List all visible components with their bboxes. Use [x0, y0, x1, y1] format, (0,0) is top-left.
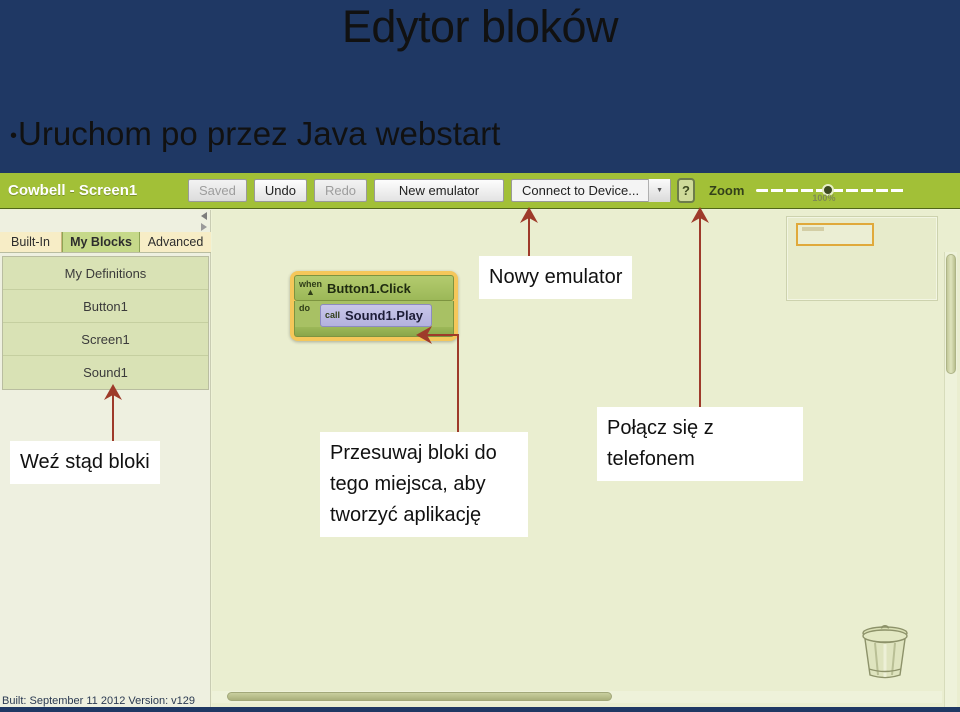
block-selection-highlight: when ▲ Button1.Click do call Sound1.Play: [290, 271, 458, 341]
callout-connect-phone: Połącz się z telefonem: [597, 407, 803, 481]
callout-new-emulator: Nowy emulator: [479, 256, 633, 299]
tab-my-blocks[interactable]: My Blocks: [62, 232, 140, 252]
palette-tabs: Built-In My Blocks Advanced: [0, 232, 211, 253]
palette-item-sound1[interactable]: Sound1: [3, 356, 208, 389]
connect-to-device-value: Connect to Device...: [522, 183, 640, 198]
palette-item-screen1[interactable]: Screen1: [3, 323, 208, 356]
do-keyword: do: [299, 303, 310, 313]
call-keyword: call: [325, 310, 341, 320]
arrow-right-icon[interactable]: [201, 223, 207, 231]
palette-scroll-arrows[interactable]: [201, 212, 207, 231]
block-when-button1-click[interactable]: when ▲ Button1.Click do call Sound1.Play: [290, 271, 458, 341]
when-block-label: Button1.Click: [327, 280, 411, 296]
toolbar: Cowbell - Screen1 Saved Undo Redo New em…: [0, 173, 960, 209]
callout-take-blocks: Weź stąd bloki: [10, 441, 160, 484]
connect-to-device-combo[interactable]: Connect to Device... ▼: [511, 179, 672, 202]
chevron-down-icon[interactable]: ▼: [648, 179, 671, 202]
block-call-sound1-play[interactable]: call Sound1.Play: [320, 304, 433, 327]
zoom-label: Zoom: [709, 183, 745, 198]
when-block-footer: [294, 327, 454, 337]
page-title: Edytor bloków: [341, 1, 619, 52]
zoom-slider[interactable]: 100%: [756, 179, 907, 203]
collapse-caret-icon[interactable]: ▲: [306, 288, 315, 297]
slide: Edytor bloków • Uruchom po przez Java we…: [0, 0, 960, 712]
canvas-minimap[interactable]: [786, 216, 938, 301]
when-block-header[interactable]: when ▲ Button1.Click: [294, 275, 454, 301]
tab-advanced[interactable]: Advanced: [140, 232, 211, 252]
vertical-scrollbar[interactable]: [944, 252, 957, 707]
slide-bullet-text: Uruchom po przez Java webstart: [18, 115, 501, 152]
minimap-viewport-indicator[interactable]: [796, 223, 874, 246]
zoom-percent-label: 100%: [812, 192, 836, 203]
project-title: Cowbell - Screen1: [8, 182, 138, 199]
vertical-scrollbar-thumb[interactable]: [946, 254, 956, 374]
help-button[interactable]: ?: [677, 178, 696, 203]
callout-move-blocks: Przesuwaj bloki do tego miejsca, aby two…: [320, 432, 528, 537]
new-emulator-button[interactable]: New emulator: [374, 179, 505, 202]
call-block-label: Sound1.Play: [345, 308, 424, 323]
horizontal-scrollbar-thumb[interactable]: [227, 692, 612, 701]
undo-button[interactable]: Undo: [253, 179, 307, 202]
tab-built-in[interactable]: Built-In: [0, 232, 62, 252]
palette-item-my-definitions[interactable]: My Definitions: [3, 257, 208, 290]
arrow-left-icon[interactable]: [201, 212, 207, 220]
trash-can-icon[interactable]: [857, 621, 913, 683]
do-slot[interactable]: do call Sound1.Play: [294, 301, 454, 327]
horizontal-scrollbar[interactable]: [212, 691, 942, 703]
saved-button[interactable]: Saved: [188, 179, 247, 202]
redo-button[interactable]: Redo: [313, 179, 368, 202]
slide-bullet: • Uruchom po przez Java webstart: [10, 110, 500, 158]
when-keyword-wrap: when ▲: [299, 280, 322, 297]
palette-item-button1[interactable]: Button1: [3, 290, 208, 323]
bullet-marker-icon: •: [10, 125, 18, 147]
palette-item-list: My Definitions Button1 Screen1 Sound1: [2, 256, 209, 390]
minimap-block-marker: [802, 227, 824, 231]
status-bar: Built: September 11 2012 Version: v129: [2, 695, 196, 707]
